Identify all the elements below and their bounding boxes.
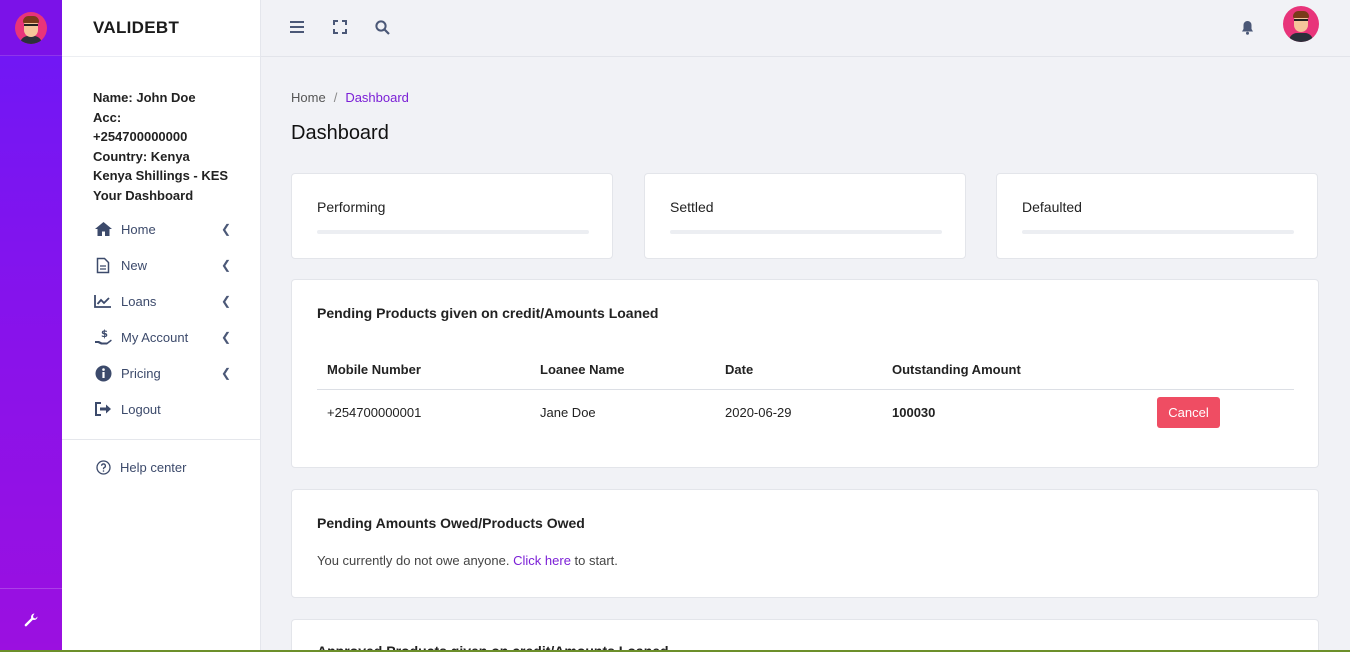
sidebar-item-label: Logout (121, 401, 161, 417)
column-header: Date (715, 350, 882, 390)
start-link[interactable]: Click here (513, 553, 571, 568)
search-icon (374, 19, 390, 35)
hamburger-icon (290, 21, 304, 33)
progress-bar (670, 230, 942, 234)
stat-card-performing: Performing (291, 173, 613, 259)
sidebar-item-label: Loans (121, 293, 157, 309)
owed-message: You currently do not owe anyone. Click h… (317, 553, 618, 568)
page-title: Dashboard (291, 122, 389, 144)
account-label: Acc: (93, 109, 122, 125)
cell-amount: 100030 (892, 404, 936, 420)
breadcrumb-separator: / (333, 90, 338, 105)
breadcrumb: Home / Dashboard (291, 90, 409, 105)
help-center-label: Help center (120, 460, 187, 475)
owed-text: You currently do not owe anyone. (317, 553, 510, 568)
table-row: +254700000001 Jane Doe 2020-06-29 100030… (317, 389, 1294, 435)
sidebar-item-my-account[interactable]: $ My Account ❮ (93, 319, 231, 355)
pending-loans-table: Mobile Number Loanee Name Date Outstandi… (317, 350, 1294, 435)
chevron-left-icon: ❮ (220, 222, 231, 236)
avatar[interactable] (15, 11, 47, 44)
sidebar-item-label: New (121, 257, 148, 273)
progress-bar (317, 230, 589, 234)
notifications-button[interactable] (1238, 18, 1256, 36)
breadcrumb-home[interactable]: Home (291, 90, 326, 105)
sidebar: VALIDEBT Name: John Doe Acc: +2547000000… (62, 0, 261, 650)
cell-action: Cancel (1147, 389, 1294, 435)
table-header-row: Mobile Number Loanee Name Date Outstandi… (317, 350, 1294, 390)
cell-name: Jane Doe (540, 404, 596, 420)
stat-card-settled: Settled (644, 173, 966, 259)
sidebar-item-home[interactable]: Home ❮ (93, 211, 231, 247)
dashboard-heading: Your Dashboard (93, 187, 194, 203)
menu-toggle-button[interactable] (288, 18, 306, 36)
expand-icon (333, 20, 347, 34)
user-country: Country: Kenya (93, 148, 190, 164)
column-header-action (1147, 350, 1294, 390)
logout-icon (93, 400, 113, 418)
svg-text:$: $ (101, 329, 108, 340)
stat-label: Settled (670, 199, 714, 215)
cancel-button[interactable]: Cancel (1157, 396, 1220, 428)
approved-loans-card: Approved Products given on credit/Amount… (291, 619, 1319, 652)
top-bar (261, 0, 1350, 57)
stat-label: Defaulted (1022, 199, 1082, 215)
pending-loans-card: Pending Products given on credit/Amounts… (291, 279, 1319, 468)
stat-label: Performing (317, 199, 386, 215)
info-icon (93, 364, 113, 382)
chart-line-icon (93, 292, 113, 310)
sidebar-item-logout[interactable]: Logout (93, 391, 231, 427)
user-info: Name: John Doe Acc: +254700000000 Countr… (62, 57, 260, 205)
user-name: Name: John Doe (93, 90, 196, 105)
breadcrumb-current: Dashboard (345, 90, 409, 105)
document-icon (93, 256, 113, 274)
icon-rail (0, 0, 62, 650)
bell-icon (1241, 20, 1253, 35)
settings-wrench-button[interactable] (0, 588, 62, 650)
search-button[interactable] (373, 18, 391, 36)
sidebar-item-label: My Account (121, 329, 189, 345)
cell-mobile: +254700000001 (327, 404, 422, 420)
pending-owed-card: Pending Amounts Owed/Products Owed You c… (291, 489, 1319, 598)
owed-text-after: to start. (574, 553, 618, 568)
chevron-left-icon: ❮ (220, 330, 231, 344)
home-icon (93, 220, 113, 238)
stat-card-defaulted: Defaulted (996, 173, 1318, 259)
wrench-icon (24, 613, 38, 626)
sidebar-item-loans[interactable]: Loans ❮ (93, 283, 231, 319)
chevron-left-icon: ❮ (220, 258, 231, 272)
section-title: Pending Amounts Owed/Products Owed (317, 515, 585, 531)
sidebar-menu: Home ❮ New ❮ Loans ❮ $ My Account ❮ Pric… (62, 205, 260, 427)
column-header: Outstanding Amount (882, 350, 1147, 390)
sidebar-item-pricing[interactable]: Pricing ❮ (93, 355, 231, 391)
cell-date: 2020-06-29 (725, 404, 792, 420)
fullscreen-button[interactable] (331, 18, 349, 36)
sidebar-item-new[interactable]: New ❮ (93, 247, 231, 283)
user-currency: Kenya Shillings - KES (93, 168, 229, 183)
sidebar-item-label: Pricing (121, 365, 161, 381)
chevron-left-icon: ❮ (220, 366, 231, 380)
account-number: +254700000000 (93, 129, 188, 144)
user-avatar-button[interactable] (1283, 6, 1319, 42)
chevron-left-icon: ❮ (220, 294, 231, 308)
section-title: Pending Products given on credit/Amounts… (317, 305, 659, 321)
hand-money-icon: $ (93, 328, 113, 346)
brand-logo[interactable]: VALIDEBT (62, 0, 260, 57)
progress-bar (1022, 230, 1294, 234)
question-circle-icon (93, 460, 113, 475)
rail-header (0, 0, 62, 56)
column-header: Loanee Name (530, 350, 715, 390)
help-center-link[interactable]: Help center (62, 440, 260, 475)
sidebar-item-label: Home (121, 221, 156, 237)
column-header: Mobile Number (317, 350, 530, 390)
